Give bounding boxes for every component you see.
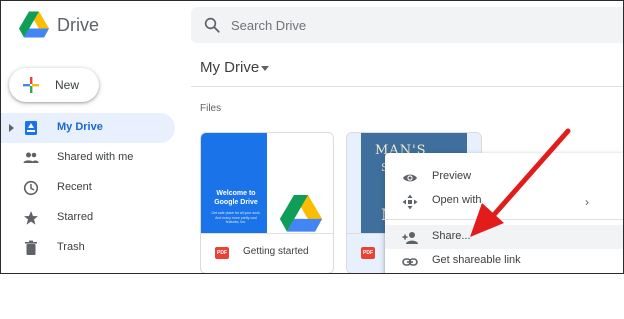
annotation-arrow-icon: [470, 128, 571, 237]
sidebar-item-label: Trash: [57, 241, 85, 253]
people-icon: [23, 152, 39, 163]
link-icon: [402, 258, 418, 266]
sidebar-item-trash[interactable]: Trash: [1, 233, 177, 263]
divider: [191, 86, 623, 87]
trash-icon: [25, 240, 37, 255]
clock-icon: [23, 180, 39, 196]
file-card-footer: PDF Getting started: [201, 233, 333, 273]
sidebar-item-my-drive[interactable]: My Drive: [1, 113, 175, 143]
thumbnail-panel: Welcome to Google Drive Get safe place f…: [201, 133, 267, 233]
thumbnail-subtitle: Get safe place for all your work. And ma…: [211, 211, 261, 224]
sidebar-item-shared-with-me[interactable]: Shared with me: [1, 143, 177, 173]
search-bar[interactable]: [191, 7, 623, 43]
eye-icon: [403, 174, 417, 182]
chevron-right-icon: ›: [585, 195, 589, 209]
sidebar-nav: My Drive Shared with me Recent Starred T…: [1, 113, 177, 263]
section-heading-files: Files: [200, 103, 222, 114]
pdf-icon: PDF: [215, 247, 229, 259]
sidebar-item-label: Shared with me: [57, 151, 134, 163]
star-icon: [24, 211, 38, 225]
plus-icon: [23, 77, 39, 93]
file-name: Getting started: [243, 246, 309, 257]
drive-logo-icon: [279, 195, 323, 232]
sidebar-item-recent[interactable]: Recent: [1, 173, 177, 203]
drive-logo-icon[interactable]: [19, 11, 49, 39]
menu-item-get-shareable-link[interactable]: Get shareable link: [385, 249, 623, 273]
drive-window: Drive New My Drive: [0, 0, 624, 274]
menu-item-label: Get shareable link: [432, 254, 521, 266]
thumbnail-title: Welcome to Google Drive: [214, 190, 258, 206]
sidebar-item-label: Starred: [57, 211, 94, 223]
new-button-label: New: [55, 78, 80, 92]
chevron-down-icon[interactable]: [261, 66, 269, 71]
sidebar-item-label: Recent: [57, 181, 92, 193]
search-input[interactable]: [231, 7, 611, 43]
sidebar-item-label: My Drive: [57, 121, 103, 133]
page-title[interactable]: My Drive: [200, 59, 259, 76]
file-card-getting-started[interactable]: Welcome to Google Drive Get safe place f…: [200, 132, 334, 273]
search-icon[interactable]: [203, 16, 221, 34]
new-button[interactable]: New: [9, 68, 99, 102]
sidebar-item-starred[interactable]: Starred: [1, 203, 177, 233]
pdf-icon: PDF: [361, 247, 375, 259]
my-drive-icon: [25, 121, 37, 135]
expand-arrow-icon[interactable]: [9, 124, 14, 132]
app-name[interactable]: Drive: [57, 15, 99, 36]
open-with-icon: [402, 194, 418, 210]
file-thumbnail: Welcome to Google Drive Get safe place f…: [201, 133, 333, 233]
person-add-icon: [402, 232, 418, 244]
